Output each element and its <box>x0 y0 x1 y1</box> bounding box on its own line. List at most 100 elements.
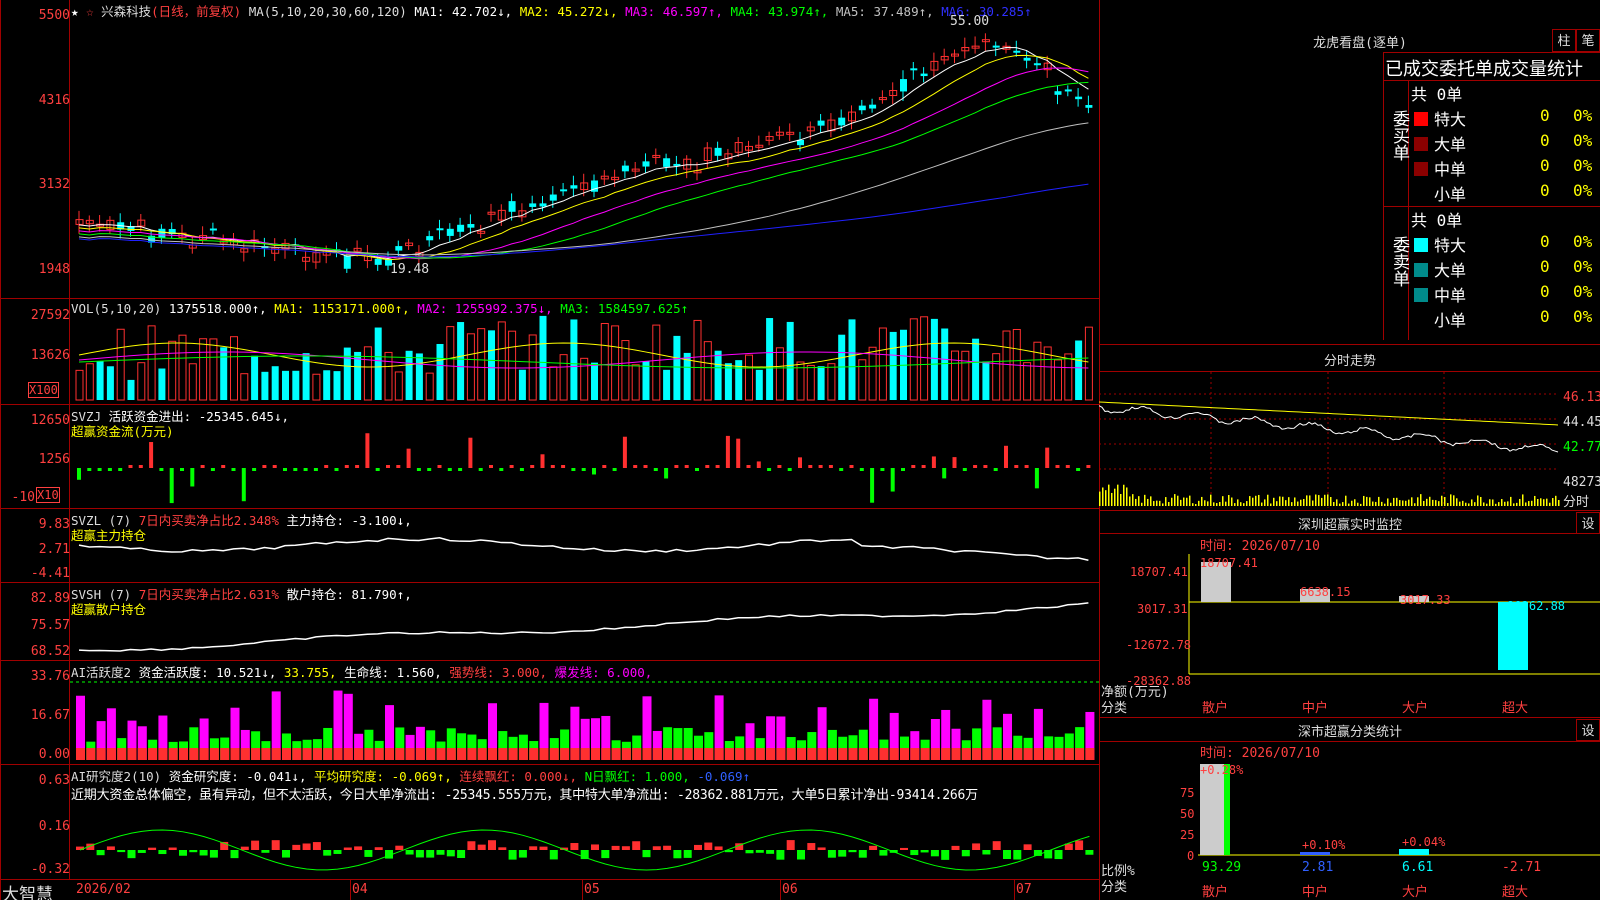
candle-down <box>570 185 578 189</box>
fs-volume-bar <box>1507 501 1509 506</box>
research-bar <box>446 850 455 857</box>
sell-swatch-1 <box>1414 263 1428 277</box>
volume-bar <box>868 346 877 401</box>
svsh-ytick-1: 82.89 <box>30 591 70 606</box>
research-bar <box>343 847 352 850</box>
flow-bar <box>138 465 143 468</box>
activity-base <box>889 748 899 760</box>
research-bar <box>477 844 486 850</box>
volume-bar <box>220 347 228 400</box>
flow-bar <box>942 468 947 479</box>
activity-base <box>580 748 590 760</box>
flow-bar <box>1065 465 1070 468</box>
activity-base <box>240 748 250 760</box>
fs-volume-bar <box>1381 501 1383 506</box>
fs-volume-bar <box>1222 496 1224 506</box>
volume-bar <box>178 334 187 401</box>
research-bar <box>900 847 908 850</box>
cls-settings-button[interactable]: 设 <box>1576 719 1600 741</box>
activity-base <box>570 748 580 760</box>
fs-volume-bar <box>1261 502 1263 506</box>
volume-bar <box>199 338 208 401</box>
bar-view-button[interactable]: 柱 <box>1552 29 1576 52</box>
svzl-line <box>78 537 1089 561</box>
fs-volume-bar <box>1465 502 1467 506</box>
research-bar <box>611 845 620 850</box>
vol-ma3: MA3: 1584597.625↑ <box>560 301 689 316</box>
fs-volume-bar <box>1498 502 1500 506</box>
research-bar <box>766 850 775 854</box>
ma5-value: MA5: 37.489↑, <box>835 4 934 19</box>
fs-volume-bar <box>1366 496 1368 506</box>
flow-bar <box>725 435 730 468</box>
pen-view-button[interactable]: 笔 <box>1576 29 1600 52</box>
research-bar <box>930 850 939 857</box>
volume-bar <box>251 355 259 400</box>
volume-bar <box>261 371 269 400</box>
volume-bar <box>333 371 341 400</box>
research-bar <box>1075 840 1084 850</box>
activity-base <box>879 748 889 760</box>
research-bar <box>961 850 970 857</box>
fs-volume-bar <box>1522 494 1524 506</box>
vol-ytick-1: 27592 <box>30 308 70 323</box>
fs-volume-bar <box>1375 501 1377 506</box>
star-outline-icon[interactable]: ☆ <box>86 4 94 19</box>
research-bar <box>209 850 218 858</box>
flow-bar <box>355 465 360 468</box>
candle-down <box>1054 91 1062 95</box>
research-bar <box>1023 844 1032 850</box>
research-bar <box>951 845 960 850</box>
fs-volume-bar <box>1486 503 1488 506</box>
activity-base <box>611 748 621 760</box>
flow-bar <box>128 465 133 468</box>
fs-chart[interactable] <box>1099 372 1600 508</box>
research-bar <box>539 846 548 850</box>
fs-volume-bar <box>1312 500 1314 506</box>
research-bar <box>240 846 249 850</box>
fs-volume-bar <box>1147 498 1149 506</box>
chart-canvas[interactable] <box>0 0 1100 900</box>
flow-bar <box>777 465 782 468</box>
sell-row-value: 0 <box>1540 257 1550 276</box>
flow-bar <box>715 465 720 468</box>
activity-base <box>529 748 539 760</box>
research-bar <box>1013 850 1022 860</box>
flow-bar <box>890 468 895 492</box>
fs-volume-bar <box>1162 503 1164 506</box>
flow-bar <box>550 465 555 468</box>
buy-row-pct: 0% <box>1573 131 1593 150</box>
cls-val-4: -2.71 <box>1502 860 1542 875</box>
research-bar <box>652 846 661 850</box>
volume-bar <box>591 362 598 400</box>
candle-down <box>560 189 568 192</box>
fs-volume-bar <box>1546 498 1548 506</box>
fs-volume-bar <box>1120 493 1122 506</box>
ai1-e: 爆发线: 6.000, <box>554 665 653 680</box>
cls-chart <box>1198 764 1600 856</box>
volume-bar <box>982 361 990 400</box>
flow-bar <box>1014 465 1019 468</box>
fs-tick-2: 44.45 <box>1563 415 1600 430</box>
activity-base <box>374 748 384 760</box>
sell-side-label: 委卖单 <box>1389 236 1409 287</box>
research-bar <box>354 846 363 850</box>
flow-bar <box>798 457 802 468</box>
fs-volume-bar <box>1276 501 1278 506</box>
mon-settings-button[interactable]: 设 <box>1576 512 1600 534</box>
flow-bar <box>221 465 226 468</box>
flow-bar <box>478 468 483 471</box>
star-icon[interactable]: ★ <box>71 4 79 19</box>
brand-logo[interactable]: 大智慧 <box>2 880 53 900</box>
research-bar <box>807 843 816 850</box>
chart-mode[interactable]: (日线，前复权) <box>151 4 241 19</box>
activity-base <box>312 748 322 760</box>
activity-base <box>755 748 765 760</box>
flow-bar <box>674 465 679 468</box>
candle-down <box>900 79 907 92</box>
buy-row-value: 0 <box>1540 106 1550 125</box>
flow-bar <box>828 465 833 468</box>
flow-bar <box>241 468 246 502</box>
research-bar <box>714 846 723 850</box>
activity-base <box>209 748 219 760</box>
